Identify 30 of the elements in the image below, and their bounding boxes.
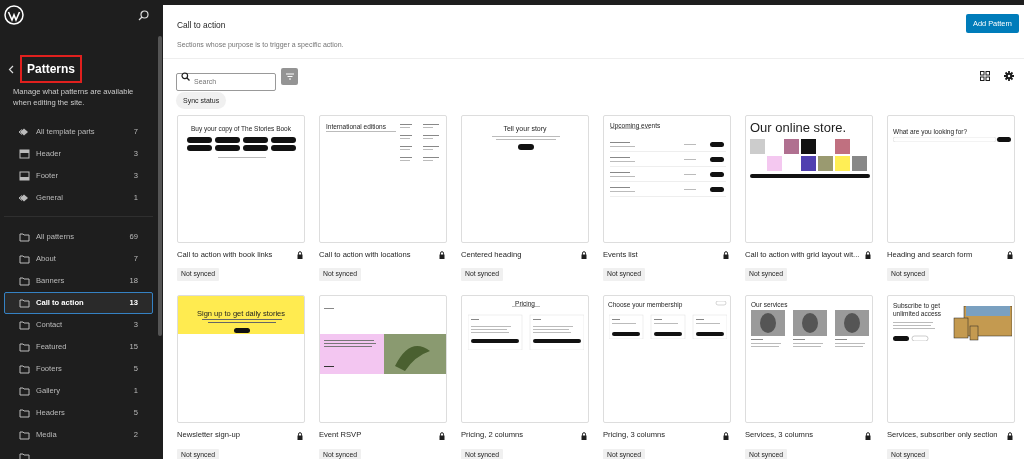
folder-icon xyxy=(19,232,30,242)
folder-icon xyxy=(19,320,30,330)
search-icon[interactable] xyxy=(138,9,149,21)
scrollbar-thumb[interactable] xyxy=(158,36,162,336)
folder-icon xyxy=(19,364,30,374)
folder-icon xyxy=(19,342,30,352)
filter-button[interactable] xyxy=(281,67,298,85)
footer-layout-icon xyxy=(19,171,30,181)
folder-icon xyxy=(19,254,30,264)
diamond-icon xyxy=(19,193,30,203)
folder-icon xyxy=(19,408,30,418)
filter-icon xyxy=(285,72,294,80)
folder-icon xyxy=(19,386,30,396)
section-title: Call to action xyxy=(177,19,227,32)
layout-drawing xyxy=(492,136,560,151)
folder-icon xyxy=(19,298,30,308)
search-icon xyxy=(181,71,190,81)
folder-icon xyxy=(19,452,30,459)
back-chevron-icon[interactable] xyxy=(8,64,14,74)
page-title: Patterns xyxy=(20,55,83,83)
header-layout-icon xyxy=(19,149,30,159)
diamond-icon xyxy=(19,127,30,137)
wordpress-logo-icon[interactable] xyxy=(4,5,24,25)
pattern-preview[interactable] xyxy=(319,295,447,424)
settings-icon[interactable] xyxy=(1004,71,1014,82)
preview-heading: Our online store. xyxy=(750,120,847,136)
folder-icon xyxy=(19,430,30,440)
folder-icon xyxy=(19,276,30,286)
grid-view-icon[interactable] xyxy=(980,71,990,82)
pattern-preview[interactable]: Our online store. xyxy=(745,115,873,244)
